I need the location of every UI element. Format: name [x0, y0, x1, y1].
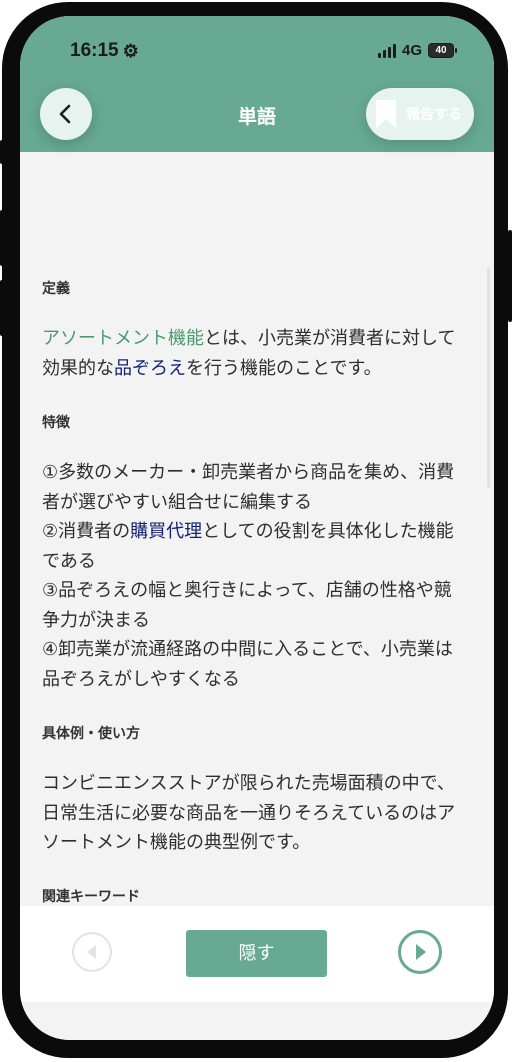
feature-item-3: ③品ぞろえの幅と奥行きによって、店舗の性格や競争力が決まる — [42, 580, 452, 631]
link-kobai-dairi[interactable]: 購買代理 — [130, 521, 202, 542]
bookmark-icon — [376, 100, 396, 128]
time-text: 16:15 — [70, 40, 119, 61]
phone-frame: 16:15 ⚙ 4G 40 単語 報告する 定義 アソートメント機能とは、小売業… — [2, 2, 508, 1058]
power-button — [508, 230, 512, 322]
feature-item-2: ②消費者の購買代理としての役割を具体化した機能である — [42, 517, 462, 576]
app-header: 16:15 ⚙ 4G 40 単語 報告する — [20, 16, 494, 152]
signal-icon — [377, 43, 396, 58]
next-button[interactable] — [398, 930, 442, 974]
status-bar-time: 16:15 ⚙ — [70, 40, 139, 62]
report-label: 報告する — [406, 107, 462, 123]
home-indicator-area — [20, 1002, 494, 1040]
related-heading: 関連キーワード — [42, 889, 140, 905]
hide-button[interactable]: 隠す — [186, 930, 327, 977]
bottom-bar: 隠す — [20, 906, 494, 1002]
gear-icon: ⚙ — [122, 41, 139, 61]
prev-button[interactable] — [72, 932, 112, 972]
link-shinazoroe[interactable]: 品ぞろえ — [114, 358, 186, 379]
feature-item-1: ①多数のメーカー・卸売業者から商品を集め、消費者が選びやすい組合せに編集する — [42, 462, 455, 513]
feature-item-4: ④卸売業が流通経路の中間に入ることで、小売業は品ぞろえがしやすくなる — [42, 639, 453, 690]
definition-heading: 定義 — [42, 281, 70, 297]
status-bar-indicators: 4G 40 — [377, 42, 457, 59]
report-button[interactable]: 報告する — [366, 88, 474, 140]
term-text: アソートメント機能 — [42, 328, 204, 349]
play-right-icon — [416, 944, 426, 960]
example-text: コンビニエンスストアが限られた売場面積の中で、日常生活に必要な商品を一通りそろえ… — [42, 773, 456, 853]
network-text: 4G — [401, 42, 422, 59]
definition-text-b: を行う機能のことです。 — [186, 357, 382, 379]
battery-level: 40 — [435, 45, 447, 56]
definition-text: アソートメント機能とは、小売業が消費者に対して効果的な品ぞろえを行う機能のことで… — [42, 324, 462, 383]
example-heading: 具体例・使い方 — [42, 726, 140, 742]
screen: 16:15 ⚙ 4G 40 単語 報告する 定義 アソートメント機能とは、小売業… — [20, 16, 494, 1040]
features-list: ①多数のメーカー・卸売業者から商品を集め、消費者が選びやすい組合せに編集する ②… — [42, 458, 462, 694]
scrollbar[interactable] — [487, 268, 490, 488]
feature-item-2-a: ②消費者の — [42, 521, 131, 542]
features-heading: 特徴 — [42, 415, 70, 431]
battery-icon: 40 — [428, 43, 457, 58]
play-left-icon — [87, 945, 96, 959]
